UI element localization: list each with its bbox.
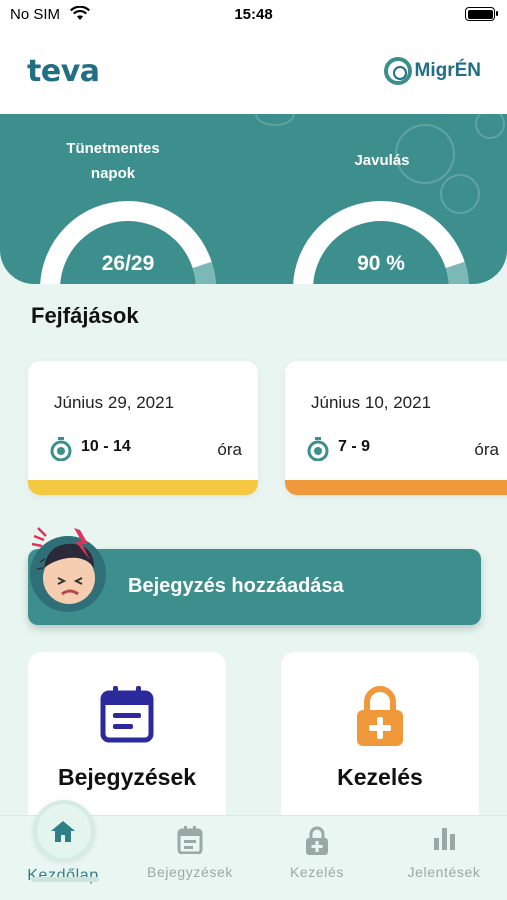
severity-bar [285,480,507,495]
headache-face-icon [30,527,106,612]
tab-label: Kezdőlap [27,867,99,884]
severity-bar [28,480,258,495]
headache-unit: óra [217,440,242,459]
headache-date: Június 10, 2021 [311,393,432,412]
stat-label: Javulás [354,152,410,169]
battery-icon [465,7,498,21]
status-bar: No SIM 15:48 [0,0,507,28]
headache-duration: 7 - 9 [338,438,371,455]
treatment-tile[interactable]: Kezelés [281,652,479,832]
lock-plus-icon [357,686,403,746]
migren-logo-text: MigrÉN [414,60,482,81]
migren-logo: MigrÉN [383,56,482,86]
tab-treatment[interactable]: Kezelés [254,816,380,900]
headache-date: Június 29, 2021 [54,393,175,412]
tab-bar: Kezdőlap Bejegyzések Kezelés Jelentések [0,800,507,900]
bar-chart-icon [434,828,455,850]
migren-logo-icon [383,57,412,85]
stopwatch-icon [50,437,72,466]
tab-label: Bejegyzések [147,864,233,880]
active-tab-indicator [31,877,99,882]
calendar-icon [100,686,154,743]
app-header: teva MigrÉN [0,28,507,114]
tab-reports[interactable]: Jelentések [381,816,507,900]
teva-logo: teva [27,54,100,89]
treatment-tile-label: Kezelés [337,764,423,790]
decorative-flower [475,114,505,139]
headaches-title: Fejfájások [31,303,139,328]
tab-label: Kezelés [289,864,344,880]
decorative-flower [255,114,295,126]
home-icon [51,821,75,842]
stat-label: napok [90,165,136,182]
stat-value: 26/29 [101,252,155,275]
stat-symptom-free-days: Tünetmentes napok [23,136,203,186]
stat-improvement: Javulás [292,148,472,173]
stat-value: 90 % [357,252,405,275]
tab-entries[interactable]: Bejegyzések [127,816,253,900]
tab-home[interactable]: Kezdőlap [0,800,126,900]
add-entry-label: Bejegyzés hozzáadása [128,575,344,597]
stats-panel: Tünetmentes napok 26/29 Javulás 90 % [0,114,507,284]
tab-label: Jelentések [407,864,481,880]
stat-label: Tünetmentes [66,140,160,157]
clock-time: 15:48 [234,6,273,23]
entries-tile-label: Bejegyzések [57,764,197,790]
calendar-icon [177,826,203,854]
lock-plus-icon [306,826,328,855]
headache-unit: óra [474,440,499,459]
stopwatch-icon [307,437,329,466]
headache-duration: 10 - 14 [81,438,131,455]
headache-card[interactable]: Június 29, 2021 10 - 14 óra [28,361,258,495]
headache-card[interactable]: Június 10, 2021 7 - 9 óra [285,361,507,495]
